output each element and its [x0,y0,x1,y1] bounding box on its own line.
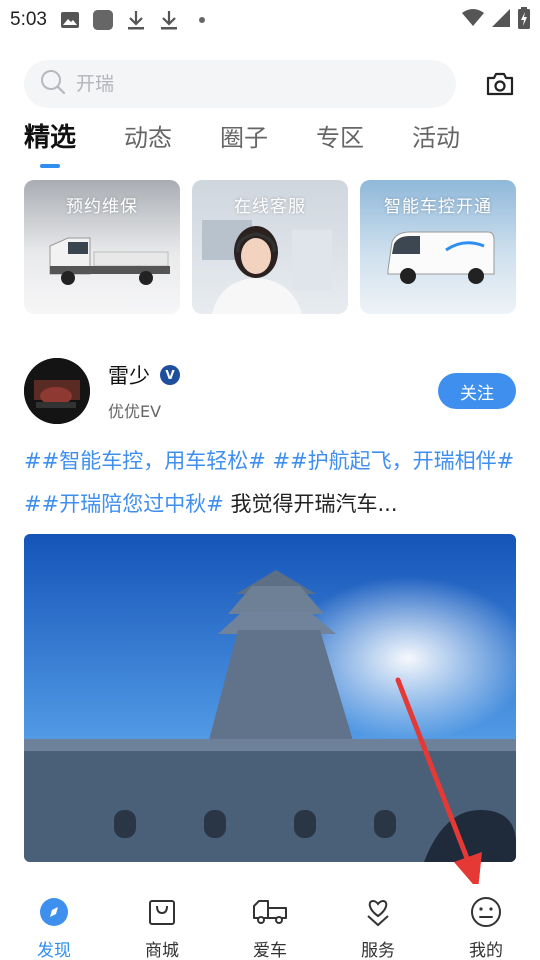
nav-label: 我的 [469,941,503,960]
shopping-bag-icon [144,894,180,930]
nav-label: 商城 [145,941,179,960]
category-tabs: 精选 动态 圈子 专区 活动 [24,116,524,170]
search-row [24,58,516,110]
card-label: 在线客服 [234,197,306,217]
compass-icon [36,894,72,930]
avatar[interactable] [24,358,90,424]
status-bar: 5:03 [0,0,540,40]
hashtag[interactable]: ##智能车控，用车轻松# [24,449,266,473]
author-name[interactable]: 雷少 [108,360,150,390]
post-header: 雷少 V 优优EV 关注 [24,356,516,426]
post-text[interactable]: ##智能车控，用车轻松# ##护航起飞，开瑞相伴# ##开瑞陪您过中秋# 我觉得… [24,440,516,526]
nav-my-car[interactable]: 爱车 [230,894,310,960]
nav-label: 服务 [361,941,395,960]
heart-hand-icon [360,894,396,930]
image-icon [60,10,80,30]
download-icon [159,10,179,30]
status-time: 5:03 [10,9,47,30]
camera-icon[interactable] [484,68,516,100]
tab-dynamic[interactable]: 动态 [124,116,172,160]
tower-photo [24,534,516,862]
card-maintenance-booking[interactable]: 预约维保 [24,180,180,314]
nav-label: 爱车 [253,941,287,960]
nav-service[interactable]: 服务 [338,894,418,960]
truck-icon [252,894,288,930]
search-input[interactable] [76,73,396,95]
tab-events[interactable]: 活动 [412,116,460,160]
service-cards: 预约维保 在线客服 智能车控开通 [24,180,516,314]
bottom-nav: 发现 商城 爱车 服务 我的 [0,884,540,960]
card-label: 智能车控开通 [384,197,492,217]
wifi-icon [462,9,484,31]
tab-circles[interactable]: 圈子 [220,116,268,160]
signal-icon [492,9,510,31]
status-right-icons [462,7,530,33]
search-bar[interactable] [24,60,456,108]
user-info: 雷少 V 优优EV [108,360,180,422]
download-icon [126,10,146,30]
nav-label: 发现 [37,941,71,960]
nav-discover[interactable]: 发现 [14,894,94,960]
battery-icon [518,7,530,33]
app-icon [92,10,113,30]
smile-face-icon [468,894,504,930]
author-brand: 优优EV [108,402,162,421]
verified-badge: V [160,365,180,385]
nav-mine[interactable]: 我的 [446,894,526,960]
post-image[interactable] [24,534,516,862]
author-name-row: 雷少 V [108,360,180,390]
card-smart-control[interactable]: 智能车控开通 [360,180,516,314]
tab-zone[interactable]: 专区 [316,116,364,160]
dot-icon [192,10,212,30]
post-body: 我觉得开瑞汽车... [223,492,398,516]
tab-featured[interactable]: 精选 [24,116,76,168]
card-online-service[interactable]: 在线客服 [192,180,348,314]
hashtag[interactable]: ##开瑞陪您过中秋# [24,492,224,516]
card-label: 预约维保 [66,197,138,217]
follow-button[interactable]: 关注 [438,373,516,409]
search-icon [40,69,66,99]
hashtag[interactable]: ##护航起飞，开瑞相伴# [272,449,514,473]
nav-mall[interactable]: 商城 [122,894,202,960]
